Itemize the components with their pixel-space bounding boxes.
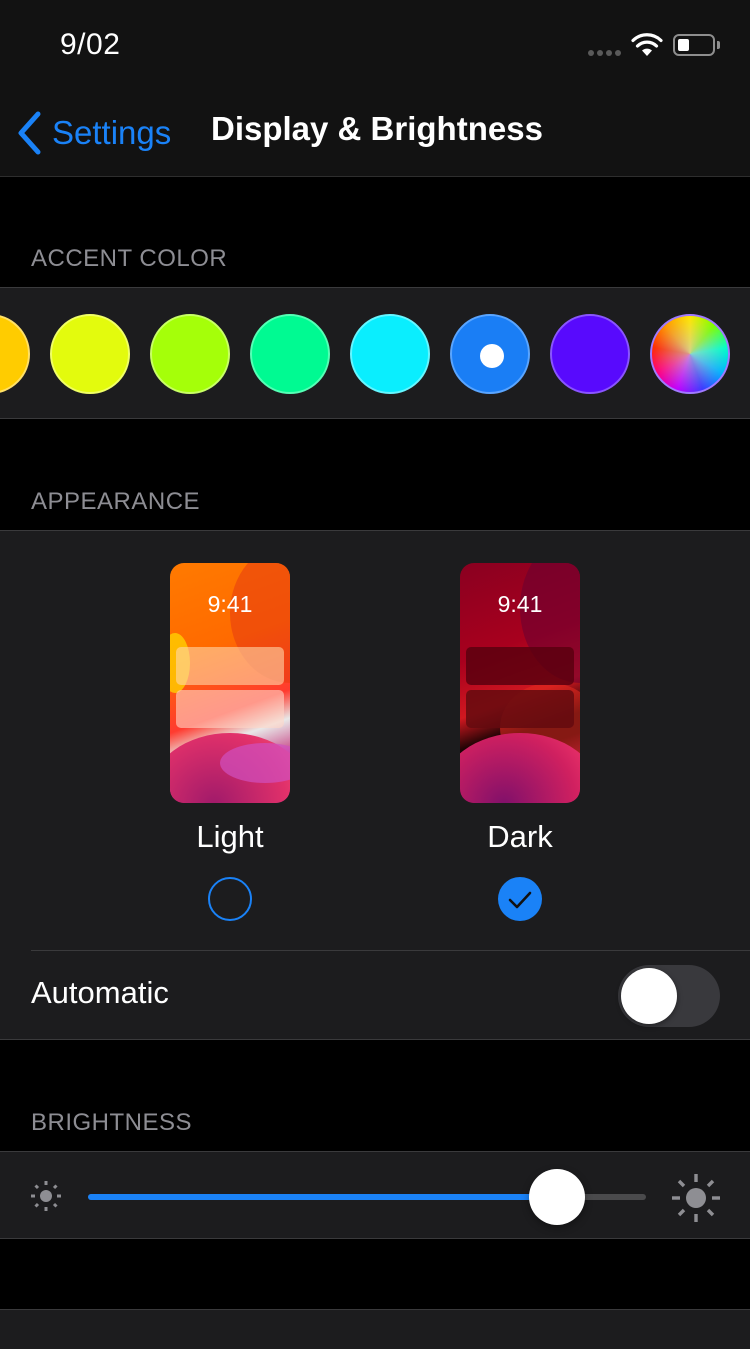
sun-small-icon xyxy=(31,1181,61,1211)
nav-divider xyxy=(0,176,750,177)
sun-large-icon xyxy=(672,1174,720,1222)
battery-cap xyxy=(717,41,720,49)
appearance-header: APPEARANCE xyxy=(31,488,201,515)
light-mode-radio[interactable] xyxy=(208,877,252,921)
accent-color-header: ACCENT COLOR xyxy=(31,245,228,272)
checkmark-icon xyxy=(508,891,532,909)
light-preview-card xyxy=(176,690,284,728)
automatic-label: Automatic xyxy=(31,975,169,1010)
accent-swatch-blue[interactable] xyxy=(450,314,530,394)
accent-swatch-yellow-orange[interactable] xyxy=(0,314,30,394)
dark-preview-time: 9:41 xyxy=(497,591,543,617)
appearance-panel: 9:41 9:41 Light Dark Automatic xyxy=(0,530,750,1040)
brightness-header: BRIGHTNESS xyxy=(31,1109,193,1136)
next-section-panel xyxy=(0,1309,750,1349)
selected-indicator xyxy=(480,344,504,368)
dark-mode-radio[interactable] xyxy=(498,877,542,921)
light-preview-card xyxy=(176,647,284,685)
chevron-left-icon xyxy=(18,111,41,155)
back-label: Settings xyxy=(52,114,172,151)
light-mode-label: Light xyxy=(196,819,264,854)
dark-mode-preview[interactable]: 9:41 xyxy=(460,563,580,803)
accent-swatch-multicolor[interactable] xyxy=(650,314,730,394)
brightness-slider-knob[interactable] xyxy=(528,1169,585,1225)
brightness-slider-fill xyxy=(88,1194,557,1200)
toggle-knob xyxy=(621,968,677,1024)
appearance-divider xyxy=(31,950,750,951)
dark-mode-label: Dark xyxy=(487,819,553,854)
page-title: Display & Brightness xyxy=(211,110,543,147)
battery-icon xyxy=(673,34,715,56)
status-time: 9/02 xyxy=(60,28,121,61)
accent-swatch-yellow[interactable] xyxy=(50,314,130,394)
accent-color-panel xyxy=(0,287,750,419)
brightness-slider[interactable] xyxy=(88,1169,646,1225)
accent-swatch-lime[interactable] xyxy=(150,314,230,394)
automatic-toggle[interactable] xyxy=(618,965,720,1027)
light-mode-preview[interactable]: 9:41 xyxy=(170,563,290,803)
dark-preview-card xyxy=(466,690,574,728)
accent-swatch-cyan[interactable] xyxy=(350,314,430,394)
accent-swatch-green[interactable] xyxy=(250,314,330,394)
light-preview-time: 9:41 xyxy=(207,591,253,617)
dark-preview-card xyxy=(466,647,574,685)
wifi-icon xyxy=(631,33,663,62)
accent-swatch-purple[interactable] xyxy=(550,314,630,394)
brightness-panel xyxy=(0,1151,750,1239)
signal-dots-icon xyxy=(588,50,621,56)
back-button[interactable]: Settings xyxy=(16,106,171,160)
